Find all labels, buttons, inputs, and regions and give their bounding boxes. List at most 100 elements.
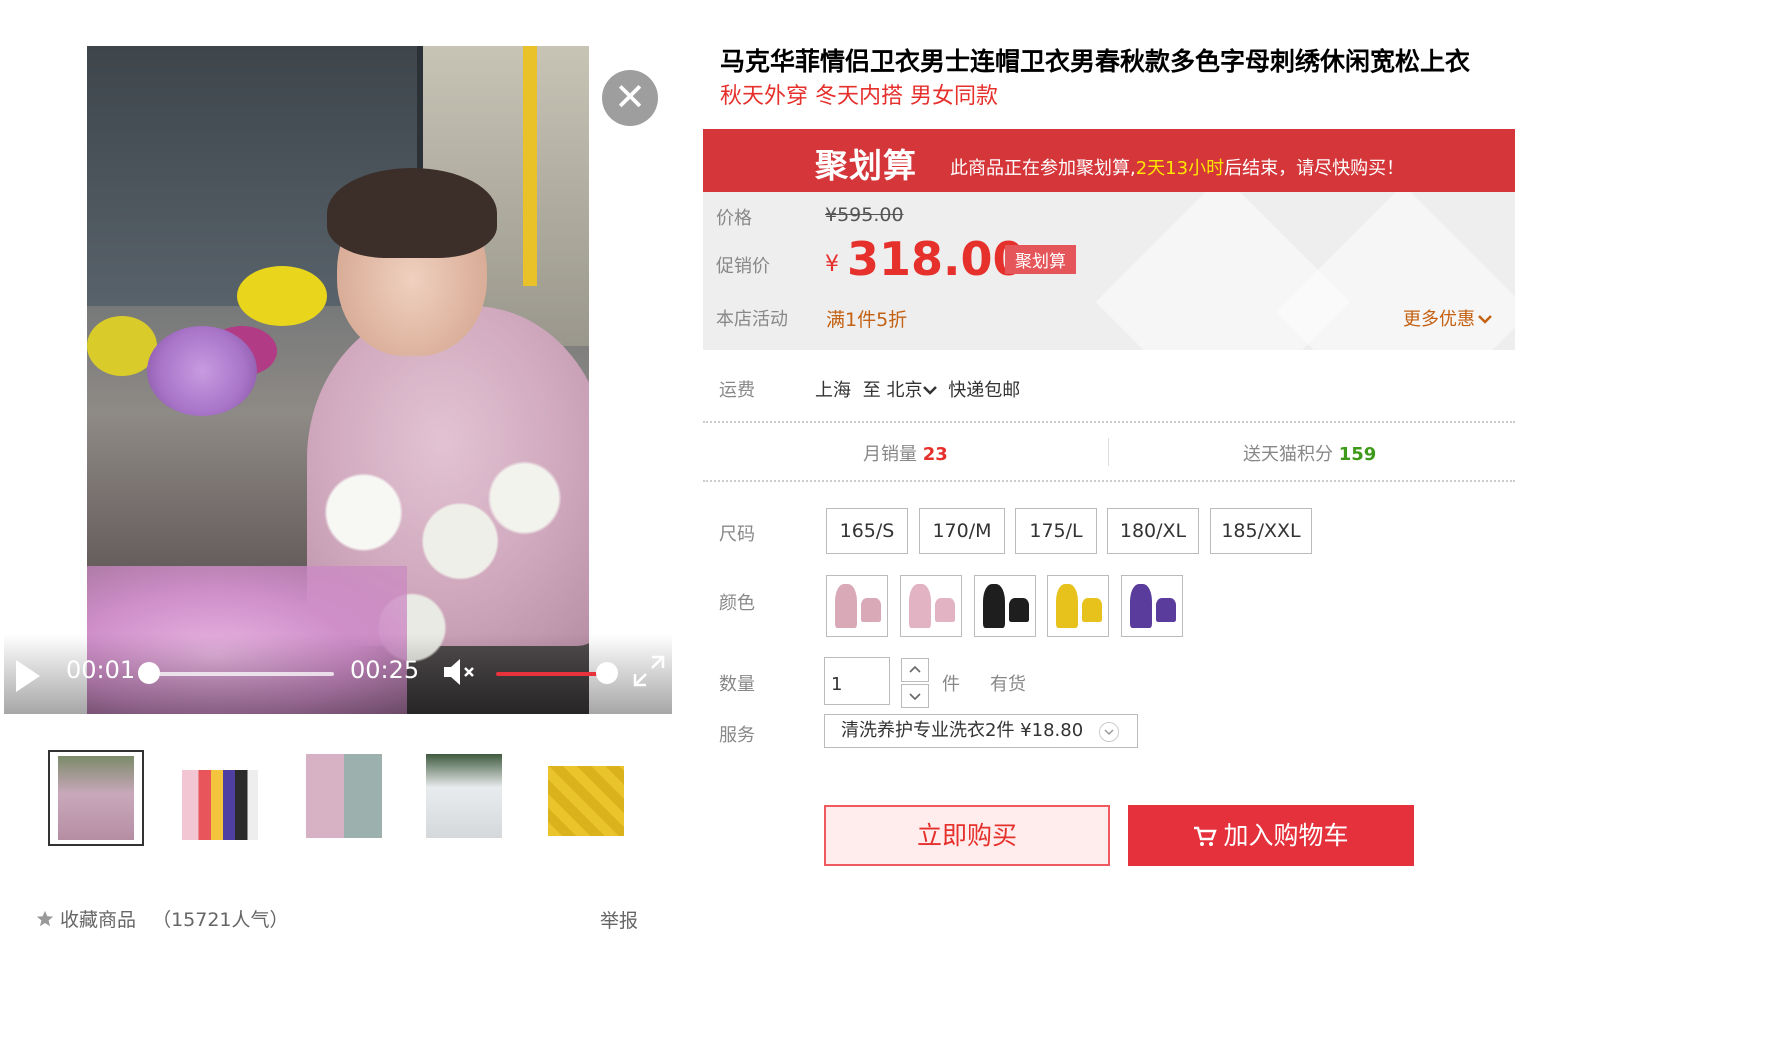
color-option-pink-1[interactable] xyxy=(826,575,888,637)
swatch-model xyxy=(835,584,857,628)
chevron-down-icon xyxy=(1478,315,1492,324)
swatch-model xyxy=(1056,584,1078,628)
sale-price: 318.00 xyxy=(847,232,1025,286)
quantity-decrease-button[interactable] xyxy=(901,684,929,708)
swatch-model xyxy=(983,584,1005,628)
chevron-up-icon xyxy=(909,665,921,673)
volume-slider[interactable] xyxy=(496,672,608,676)
thumbnail-image xyxy=(58,756,134,840)
promo-text-after: 后结束，请尽快购买！ xyxy=(1224,158,1405,179)
divider xyxy=(1108,438,1109,466)
promo-banner: 聚划算 此商品正在参加聚划算,2天13小时后结束，请尽快购买！ xyxy=(703,129,1515,192)
chevron-down-icon xyxy=(1099,722,1119,742)
size-option-175-l[interactable]: 175/L xyxy=(1015,508,1097,554)
swatch-garment xyxy=(935,598,955,622)
sale-price-label: 促销价 xyxy=(716,256,770,277)
volume-handle[interactable] xyxy=(596,662,618,684)
close-video-button[interactable]: ✕ xyxy=(602,70,658,126)
promo-message: 此商品正在参加聚划算,2天13小时后结束，请尽快购买！ xyxy=(950,154,1404,180)
size-option-170-m[interactable]: 170/M xyxy=(919,508,1005,554)
fullscreen-icon[interactable] xyxy=(632,654,666,688)
shipping-to-word: 至 xyxy=(862,380,881,401)
sale-price-currency: ¥ xyxy=(825,252,839,277)
shop-activity-label: 本店活动 xyxy=(716,309,788,330)
mute-icon[interactable] xyxy=(442,656,476,688)
shipping-label: 运费 xyxy=(719,380,755,401)
video-current-time: 00:01 xyxy=(66,656,136,684)
shipping-info: 上海 至 北京 快递包邮 xyxy=(815,376,1020,402)
swatch-model xyxy=(909,584,931,628)
size-label: 尺码 xyxy=(719,524,755,545)
thumb-yellow-fabric[interactable] xyxy=(540,750,632,842)
tmall-points: 送天猫积分 159 xyxy=(1243,440,1376,466)
chevron-down-icon xyxy=(923,386,938,395)
video-scene-bouquet xyxy=(147,326,257,416)
thumbnail-image xyxy=(182,770,258,840)
quantity-increase-button[interactable] xyxy=(901,658,929,682)
report-link[interactable]: 举报 xyxy=(600,906,638,933)
tmall-points-label: 送天猫积分 xyxy=(1243,444,1333,465)
thumbnail-image xyxy=(306,754,382,838)
favorite-count: （15721人气） xyxy=(152,909,289,931)
size-option-165-s[interactable]: 165/S xyxy=(826,508,908,554)
price-panel: 价格 ¥595.00 促销价 ¥ 318.00 聚划算 本店活动 满1件5折 更… xyxy=(703,192,1515,350)
swatch-garment xyxy=(1156,598,1176,622)
tmall-points-value: 159 xyxy=(1338,444,1377,465)
original-price: ¥595.00 xyxy=(825,204,904,226)
monthly-sales-value: 23 xyxy=(922,444,948,465)
shipping-destination: 北京 xyxy=(886,380,923,401)
promo-countdown: 2天13小时 xyxy=(1135,158,1225,179)
thumbnail-image xyxy=(426,754,502,838)
chevron-down-icon xyxy=(909,693,921,701)
product-video-player[interactable]: 00:01 00:25 xyxy=(4,46,672,714)
service-label: 服务 xyxy=(719,725,755,746)
thumb-white-hoodie[interactable] xyxy=(418,750,510,842)
monthly-sales: 月销量 23 xyxy=(863,440,948,466)
shipping-from: 上海 xyxy=(815,380,851,401)
divider xyxy=(703,421,1515,423)
video-duration: 00:25 xyxy=(350,656,420,684)
service-select[interactable]: 清洗养护专业洗衣2件 ¥18.80 xyxy=(824,714,1138,748)
cart-icon xyxy=(1194,826,1218,846)
original-price-label: 价格 xyxy=(716,208,752,229)
play-icon[interactable] xyxy=(16,660,40,692)
thumb-pink-hoodie-model[interactable] xyxy=(48,750,144,846)
promo-text-before: 此商品正在参加聚划算, xyxy=(950,158,1136,179)
color-option-black[interactable] xyxy=(974,575,1036,637)
shipping-method: 快递包邮 xyxy=(948,380,1021,401)
monthly-sales-label: 月销量 xyxy=(863,444,917,465)
color-option-purple[interactable] xyxy=(1121,575,1183,637)
add-to-cart-button[interactable]: 加入购物车 xyxy=(1128,805,1414,866)
thumbnail-image xyxy=(548,766,624,836)
favorite-label: 收藏商品 xyxy=(60,909,137,931)
color-option-yellow[interactable] xyxy=(1047,575,1109,637)
thumb-couple[interactable] xyxy=(298,750,390,842)
more-deals-link[interactable]: 更多优惠 xyxy=(1403,305,1493,331)
quantity-unit: 件 xyxy=(942,674,960,695)
buy-now-button[interactable]: 立即购买 xyxy=(824,805,1110,866)
star-icon xyxy=(36,910,54,927)
swatch-model xyxy=(1130,584,1152,628)
video-scene-person-hair xyxy=(327,168,497,258)
video-progress-bar[interactable] xyxy=(150,672,334,676)
divider xyxy=(703,480,1515,482)
service-selected-value: 清洗养护专业洗衣2件 ¥18.80 xyxy=(841,720,1084,741)
size-option-185-xxl[interactable]: 185/XXL xyxy=(1210,508,1312,554)
video-controls: 00:01 00:25 xyxy=(4,634,672,714)
color-label: 颜色 xyxy=(719,593,755,614)
thumb-color-rack[interactable] xyxy=(174,750,266,842)
stock-status: 有货 xyxy=(990,674,1026,695)
product-title: 马克华菲情侣卫衣男士连帽卫衣男春秋款多色字母刺绣休闲宽松上衣 xyxy=(720,47,1471,76)
shipping-destination-select[interactable]: 北京 xyxy=(886,380,938,401)
quantity-label: 数量 xyxy=(719,674,755,695)
quantity-input[interactable]: 1 xyxy=(824,657,890,705)
size-option-180-xl[interactable]: 180/XL xyxy=(1107,508,1199,554)
color-option-pink-2[interactable] xyxy=(900,575,962,637)
video-progress-handle[interactable] xyxy=(138,662,160,684)
product-subtitle: 秋天外穿 冬天内搭 男女同款 xyxy=(720,84,998,109)
juhuasuan-logo: 聚划算 xyxy=(815,146,917,185)
more-deals-label: 更多优惠 xyxy=(1403,309,1475,330)
favorite-product-link[interactable]: 收藏商品 （15721人气） xyxy=(36,905,289,932)
swatch-garment xyxy=(1082,598,1102,622)
shop-activity-value: 满1件5折 xyxy=(826,309,908,331)
